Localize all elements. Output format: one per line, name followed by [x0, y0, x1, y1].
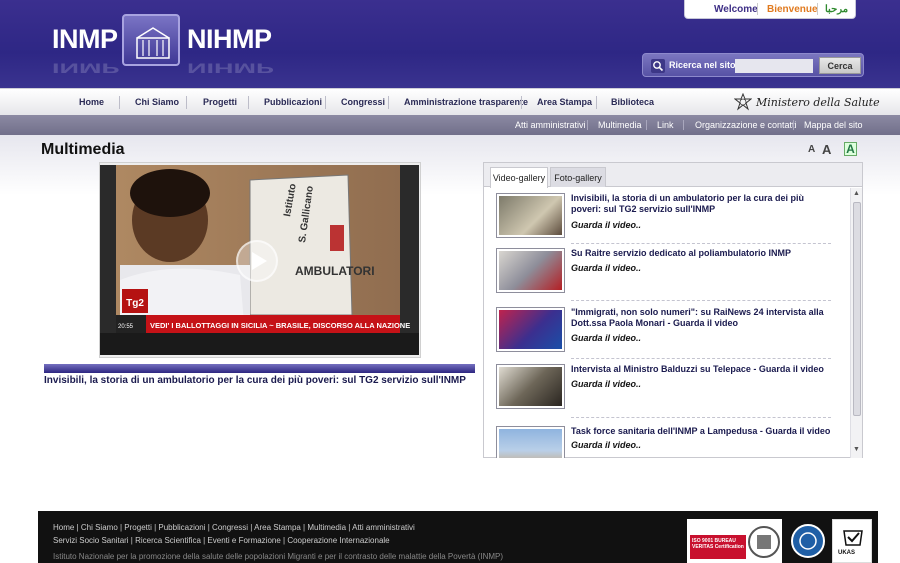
- video-caption: Invisibili, la storia di un ambulatorio …: [44, 375, 466, 386]
- logo-reflection-left: INMP: [52, 60, 120, 76]
- footer-links-secondary[interactable]: Servizi Socio Sanitari | Ricerca Scienti…: [53, 536, 390, 545]
- video-thumbnail[interactable]: [496, 248, 565, 293]
- video-title[interactable]: "Immigrati, non solo numeri": su RaiNews…: [571, 307, 833, 329]
- ministero-salute-logo[interactable]: Ministero della Salute: [756, 96, 880, 109]
- list-divider: [571, 243, 831, 244]
- font-increase-button[interactable]: A: [822, 142, 831, 157]
- media-gallery: Video-gallery Foto-gallery Invisibili, l…: [483, 162, 863, 458]
- bureau-veritas-seal-icon: [748, 526, 780, 558]
- video-ticker: VEDI' I BALLOTTAGGI IN SICILIA ~ BRASILE…: [150, 321, 410, 330]
- nav-chi-siamo[interactable]: Chi Siamo: [135, 97, 179, 107]
- nav-divider: [119, 96, 120, 109]
- gallery-scrollbar[interactable]: ▲ ▼: [850, 188, 862, 458]
- nav-divider: [521, 96, 522, 109]
- list-divider: [571, 417, 831, 418]
- nav-divider: [388, 96, 389, 109]
- secondary-navigation: Atti amministrativi Multimedia Link Orga…: [0, 115, 900, 135]
- accredia-badge-icon: [791, 524, 825, 558]
- search-button[interactable]: Cerca: [819, 57, 861, 74]
- scroll-down-icon[interactable]: ▼: [853, 446, 861, 453]
- subnav-multimedia[interactable]: Multimedia: [598, 120, 642, 130]
- nav-pubblicazioni[interactable]: Pubblicazioni: [264, 97, 322, 107]
- lang-english-link[interactable]: Welcome: [714, 4, 758, 15]
- video-player[interactable]: Tg2 20:55 VEDI' I BALLOTTAGGI IN SICILIA…: [100, 165, 419, 355]
- nav-biblioteca[interactable]: Biblioteca: [611, 97, 654, 107]
- lang-divider: [757, 3, 758, 15]
- subnav-divider: [587, 120, 588, 130]
- subnav-mappa[interactable]: Mappa del sito: [804, 120, 863, 130]
- high-contrast-button[interactable]: A: [844, 142, 857, 156]
- video-time: 20:55: [118, 324, 134, 330]
- logo-reflection-right: NIHMP: [187, 60, 274, 76]
- subnav-divider: [793, 120, 794, 130]
- play-button-icon[interactable]: [236, 240, 278, 282]
- tab-foto-gallery[interactable]: Foto-gallery: [550, 167, 606, 187]
- search-panel: Ricerca nel sito: Cerca: [642, 53, 864, 77]
- main-navigation: Home Chi Siamo Progetti Pubblicazioni Co…: [0, 88, 900, 115]
- video-title-bar: [44, 364, 475, 373]
- subnav-divider: [646, 120, 647, 130]
- video-thumbnail[interactable]: [496, 307, 565, 352]
- search-label: Ricerca nel sito:: [669, 60, 739, 70]
- ukas-label: UKAS: [838, 550, 856, 556]
- video-thumbnail[interactable]: [496, 364, 565, 409]
- gallery-tabs: Video-gallery Foto-gallery: [484, 163, 862, 188]
- footer-description: Istituto Nazionale per la promozione del…: [53, 552, 504, 561]
- video-thumbnail[interactable]: [496, 193, 565, 238]
- subnav-divider: [683, 120, 684, 130]
- nav-congressi[interactable]: Congressi: [341, 97, 385, 107]
- watch-video-link[interactable]: Guarda il video..: [571, 263, 641, 273]
- video-list: Invisibili, la storia di un ambulatorio …: [484, 188, 850, 458]
- building-logo-icon[interactable]: [122, 14, 180, 66]
- nav-divider: [248, 96, 249, 109]
- scroll-up-icon[interactable]: ▲: [853, 190, 861, 197]
- list-divider: [571, 300, 831, 301]
- footer-links-primary[interactable]: Home | Chi Siamo | Progetti | Pubblicazi…: [53, 523, 415, 532]
- site-header: INMP INMP NIHMP NIHMP Welcome Bienvenue …: [0, 0, 900, 88]
- page-root: INMP INMP NIHMP NIHMP Welcome Bienvenue …: [0, 0, 900, 563]
- italian-emblem-icon: [734, 93, 752, 111]
- page-title: Multimedia: [41, 141, 125, 158]
- language-bar: Welcome Bienvenue مرحبا: [684, 0, 856, 19]
- ukas-crown-check-icon: [843, 530, 863, 546]
- video-title[interactable]: Intervista al Ministro Balduzzi su Telep…: [571, 364, 833, 375]
- search-input[interactable]: [735, 59, 813, 73]
- list-divider: [571, 358, 831, 359]
- nav-divider: [186, 96, 187, 109]
- video-channel-logo: Tg2: [126, 298, 144, 309]
- bureau-veritas-badge: ISO 9001 BUREAU VERITAS Certification: [687, 519, 782, 563]
- nav-progetti[interactable]: Progetti: [203, 97, 237, 107]
- nav-area-stampa[interactable]: Area Stampa: [537, 97, 592, 107]
- lang-arabic-link[interactable]: مرحبا: [825, 4, 848, 15]
- subnav-link[interactable]: Link: [657, 120, 674, 130]
- lang-french-link[interactable]: Bienvenue: [767, 4, 818, 15]
- font-decrease-button[interactable]: A: [808, 144, 815, 155]
- nav-home[interactable]: Home: [79, 97, 104, 107]
- bureau-veritas-label: ISO 9001 BUREAU VERITAS Certification: [690, 535, 746, 559]
- nav-amministrazione-trasparente[interactable]: Amministrazione trasparente: [404, 97, 528, 107]
- lang-divider: [817, 3, 818, 15]
- sign-line-3: AMBULATORI: [295, 264, 375, 278]
- video-title[interactable]: Su Raitre servizio dedicato al poliambul…: [571, 248, 833, 259]
- watch-video-link[interactable]: Guarda il video..: [571, 333, 641, 343]
- subnav-atti-amministrativi[interactable]: Atti amministrativi: [515, 120, 586, 130]
- logo-inmp[interactable]: INMP: [52, 24, 118, 55]
- site-footer: Home | Chi Siamo | Progetti | Pubblicazi…: [38, 511, 878, 563]
- video-title[interactable]: Task force sanitaria dell'INMP a Lampedu…: [571, 426, 833, 437]
- search-icon: [651, 59, 665, 73]
- watch-video-link[interactable]: Guarda il video..: [571, 379, 641, 389]
- nav-divider: [596, 96, 597, 109]
- watch-video-link[interactable]: Guarda il video..: [571, 220, 641, 230]
- video-title[interactable]: Invisibili, la storia di un ambulatorio …: [571, 193, 833, 215]
- ukas-badge: UKAS: [832, 519, 872, 563]
- nav-divider: [325, 96, 326, 109]
- scrollbar-thumb[interactable]: [853, 202, 861, 416]
- subnav-organizzazione[interactable]: Organizzazione e contatti: [695, 120, 797, 130]
- tab-video-gallery[interactable]: Video-gallery: [490, 167, 548, 188]
- video-thumbnail[interactable]: [496, 426, 565, 458]
- watch-video-link[interactable]: Guarda il video..: [571, 440, 641, 450]
- logo-nihmp[interactable]: NIHMP: [187, 24, 272, 55]
